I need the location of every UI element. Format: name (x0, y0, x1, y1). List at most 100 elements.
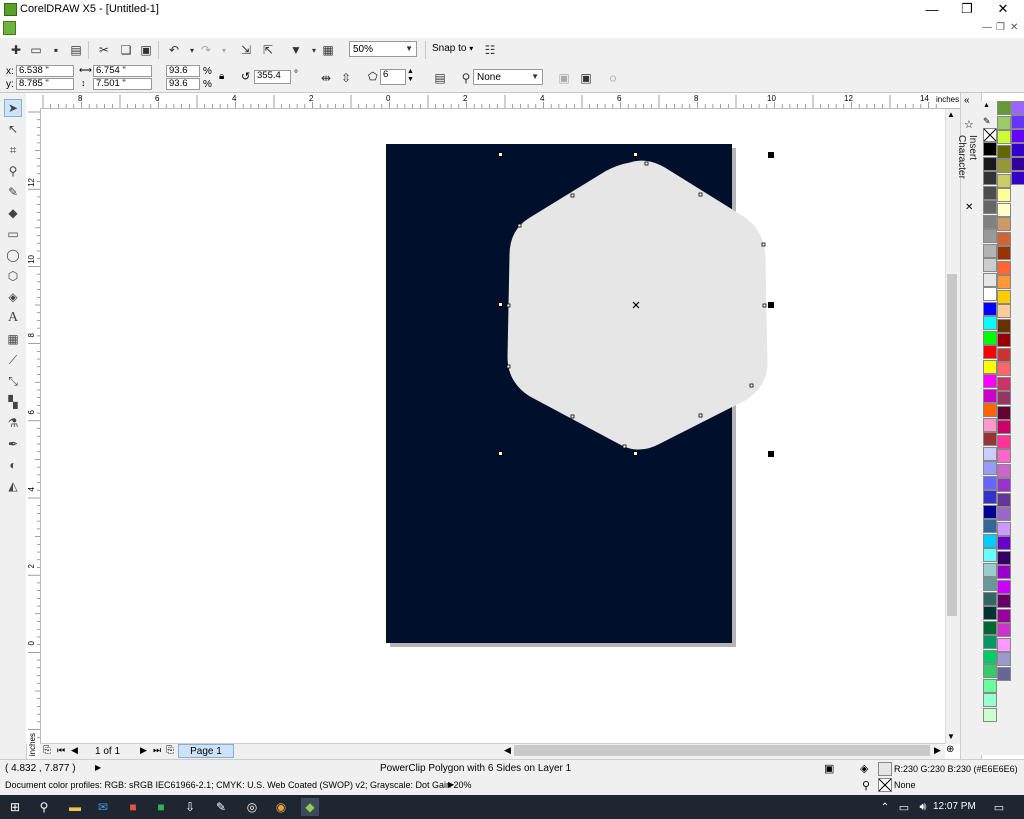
file-explorer-icon[interactable]: ▬ (66, 798, 84, 816)
color-swatch[interactable] (997, 536, 1011, 550)
scroll-up-icon[interactable]: ▲ (947, 110, 955, 119)
color-proof-icon[interactable]: ▣ (824, 762, 834, 775)
selection-handle-top-right[interactable] (768, 152, 774, 158)
color-swatch[interactable] (997, 579, 1011, 594)
color-swatch[interactable] (983, 417, 997, 432)
download-icon[interactable]: ⇩ (181, 798, 199, 816)
color-swatch[interactable] (983, 519, 997, 533)
color-swatch[interactable] (983, 374, 997, 388)
selection-handle-left[interactable] (498, 302, 503, 307)
palette-scroll-up-icon[interactable]: ▲ (983, 102, 990, 109)
color-swatch[interactable] (997, 188, 1011, 202)
app-icon-green[interactable]: ■ (152, 798, 170, 816)
color-swatch[interactable] (983, 533, 997, 548)
color-swatch[interactable] (997, 159, 1011, 173)
volume-icon[interactable]: 🔊︎ (914, 798, 932, 816)
color-swatch[interactable] (983, 432, 997, 446)
color-swatch[interactable] (983, 635, 997, 649)
color-swatch[interactable] (997, 449, 1011, 463)
color-swatch[interactable] (983, 200, 997, 214)
last-page-icon[interactable]: ⏭ (153, 745, 161, 756)
color-swatch[interactable] (983, 388, 997, 403)
mail-icon[interactable]: ✉ (94, 798, 112, 816)
color-swatch[interactable] (983, 229, 997, 243)
color-swatch[interactable] (983, 664, 997, 678)
browser-icon[interactable]: ◉ (272, 798, 290, 816)
profile-expand-icon[interactable]: ▶ (448, 780, 454, 789)
color-swatch[interactable] (997, 623, 1011, 637)
color-swatch[interactable] (1011, 171, 1024, 185)
chrome-icon[interactable]: ◎ (243, 798, 261, 816)
no-color-swatch[interactable] (983, 128, 997, 142)
color-swatch[interactable] (983, 156, 997, 171)
color-swatch[interactable] (997, 260, 1011, 275)
notifications-icon[interactable]: ▭ (990, 798, 1008, 816)
close-docker-icon[interactable]: ✕ (965, 202, 973, 213)
color-swatch[interactable] (983, 243, 997, 258)
color-swatch[interactable] (1011, 101, 1024, 115)
app-icon-paint[interactable]: ✎ (212, 798, 230, 816)
color-swatch[interactable] (983, 272, 997, 287)
color-swatch[interactable] (983, 258, 997, 272)
color-swatch[interactable] (983, 142, 997, 156)
color-swatch[interactable] (983, 446, 997, 461)
color-swatch[interactable] (997, 376, 1011, 391)
color-swatch[interactable] (997, 637, 1011, 652)
color-swatch[interactable] (983, 316, 997, 330)
color-swatch[interactable] (997, 217, 1011, 231)
color-swatch[interactable] (983, 330, 997, 345)
selection-handle-top[interactable] (633, 152, 638, 157)
network-icon[interactable]: ▭ (895, 798, 913, 816)
color-swatch[interactable] (983, 649, 997, 664)
show-hidden-icons[interactable]: ⌃ (876, 798, 894, 816)
color-swatch[interactable] (997, 275, 1011, 289)
color-swatch[interactable] (997, 144, 1011, 159)
color-swatch[interactable] (983, 620, 997, 635)
eyedropper-icon[interactable]: ✎ (983, 116, 991, 127)
color-swatch[interactable] (997, 666, 1011, 681)
color-swatch[interactable] (997, 362, 1011, 376)
color-swatch[interactable] (997, 420, 1011, 434)
color-swatch[interactable] (997, 608, 1011, 623)
first-page-icon[interactable]: ⏮ (57, 745, 65, 756)
color-swatch[interactable] (997, 304, 1011, 318)
color-swatch[interactable] (997, 478, 1011, 492)
selection-handle-top-left[interactable] (498, 152, 503, 157)
selection-handle-bottom[interactable] (633, 451, 638, 456)
color-swatch[interactable] (997, 101, 1011, 115)
color-swatch[interactable] (997, 231, 1011, 246)
color-swatch[interactable] (983, 287, 997, 301)
color-swatch[interactable] (983, 577, 997, 591)
add-page-before-icon[interactable]: ⎘ (43, 745, 51, 756)
taskbar-clock[interactable]: 12:07 PM (933, 801, 976, 812)
previous-page-icon[interactable]: ◀ (71, 745, 78, 756)
color-swatch[interactable] (997, 594, 1011, 608)
color-swatch[interactable] (983, 214, 997, 229)
outline-color-swatch[interactable] (878, 778, 892, 792)
color-swatch[interactable] (983, 606, 997, 620)
color-swatch[interactable] (997, 507, 1011, 521)
color-swatch[interactable] (997, 347, 1011, 362)
color-swatch[interactable] (997, 173, 1011, 188)
color-swatch[interactable] (997, 391, 1011, 405)
status-expand-icon[interactable]: ▶ (95, 763, 101, 772)
coreldraw-taskbar-icon[interactable]: ◆ (301, 798, 319, 816)
next-page-icon[interactable]: ▶ (140, 745, 147, 756)
fill-color-swatch[interactable] (878, 762, 892, 776)
color-swatch[interactable] (997, 289, 1011, 304)
color-swatch[interactable] (997, 246, 1011, 260)
color-swatch[interactable] (1011, 157, 1024, 171)
color-swatch[interactable] (983, 678, 997, 693)
page-tab-1[interactable]: Page 1 (178, 744, 234, 758)
color-swatch[interactable] (983, 403, 997, 417)
color-swatch[interactable] (997, 492, 1011, 507)
search-icon[interactable]: ⚲ (35, 798, 53, 816)
vertical-scroll-thumb[interactable] (947, 274, 957, 616)
color-swatch[interactable] (997, 115, 1011, 130)
color-swatch[interactable] (1011, 129, 1024, 143)
document-color-profiles[interactable]: Document color profiles: RGB: sRGB IEC61… (5, 780, 472, 790)
selection-handle-bottom-right[interactable] (768, 451, 774, 457)
rounded-hexagon-shape[interactable] (507, 160, 768, 450)
color-swatch[interactable] (997, 550, 1011, 565)
color-swatch[interactable] (983, 475, 997, 490)
